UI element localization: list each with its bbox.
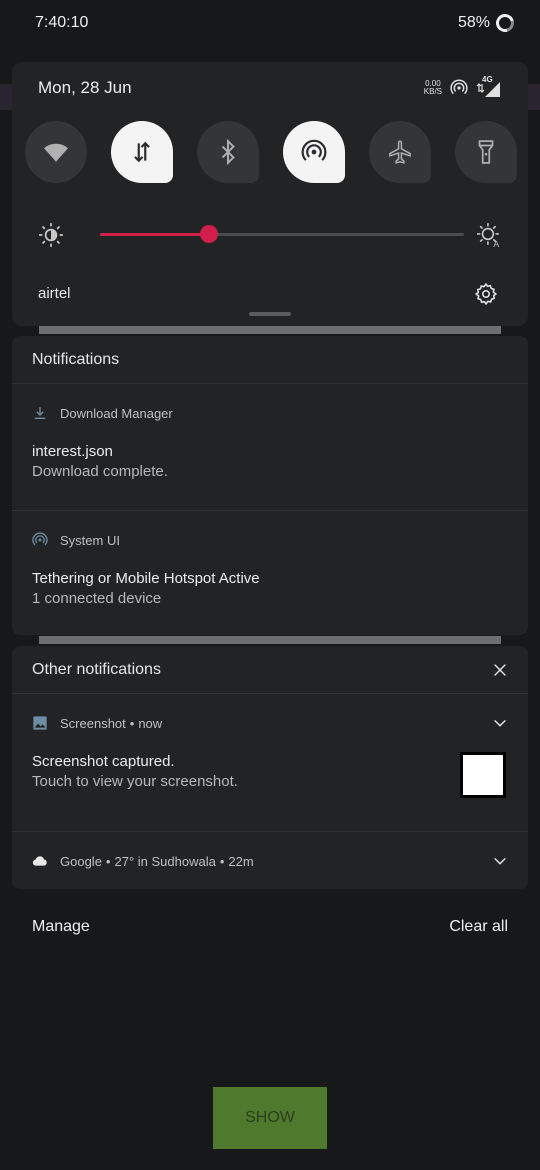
notification-footer: Manage Clear all [32,918,508,936]
netspeed-unit: KB/S [423,87,442,96]
hotspot-status-icon [450,79,468,95]
notification-app-row: Download Manager [32,384,508,442]
notification-time: now [138,715,163,731]
svg-text:A: A [493,239,499,248]
wifi-icon [44,143,68,162]
card-stack-divider [39,636,501,644]
qs-date: Mon, 28 Jun [38,78,132,97]
notification-text: Download complete. [32,463,168,480]
wifi-tile[interactable] [25,121,87,183]
image-icon [33,716,47,730]
weather-info: 27° in Sudhowala [114,853,216,869]
other-notifications-header: Other notifications [12,646,528,694]
battery-percent: 58% [457,14,490,31]
brightness-slider-fill [100,233,210,236]
auto-brightness-icon[interactable]: A [476,222,502,248]
bluetooth-icon [221,139,235,165]
screenshot-thumbnail[interactable] [460,752,506,798]
notification-screenshot[interactable]: Screenshot • now Screenshot captured. To… [12,694,528,832]
netspeed-indicator: 0.00 KB/S [424,80,442,96]
signal-icon [476,82,500,97]
settings-gear-icon[interactable] [474,282,498,306]
notification-app-name: Download Manager [60,405,173,421]
bluetooth-tile[interactable] [197,121,259,183]
brightness-icon [39,223,63,247]
status-bar: 7:40:10 58% [0,0,540,46]
notification-app-name: Google [60,853,102,869]
qs-drag-handle[interactable] [249,312,291,316]
flashlight-tile[interactable] [455,121,517,183]
hotspot-tile[interactable] [283,121,345,183]
qs-header-icons: 0.00 KB/S 4G [424,75,502,98]
brightness-row: A [38,222,502,248]
notification-google-weather[interactable]: Google • 27° in Sudhowala • 22m [12,832,528,889]
other-notifications-card: Other notifications Screenshot • now Scr… [12,646,528,889]
notification-app-row: System UI [32,511,508,569]
notification-title: Tethering or Mobile Hotspot Active [32,570,260,587]
quick-settings-panel: Mon, 28 Jun 0.00 KB/S 4G A airtel [12,62,528,326]
notification-text: 1 connected device [32,590,162,607]
notification-app-row: Screenshot • now [32,694,508,752]
hotspot-icon [301,139,327,161]
mobile-data-icon [134,141,150,163]
close-icon[interactable] [492,662,508,678]
separator-dot: • [105,853,111,869]
manage-button[interactable]: Manage [32,918,90,936]
card-stack-divider [39,326,501,334]
chevron-down-icon[interactable] [492,853,508,869]
battery-icon [492,10,518,36]
notifications-card: Notifications Download Manager interest.… [12,336,528,635]
status-time: 7:40:10 [35,14,89,31]
status-right: 58% [457,10,518,36]
airplane-tile[interactable] [369,121,431,183]
chevron-down-icon[interactable] [492,715,508,731]
notification-app-row: Google • 27° in Sudhowala • 22m [32,832,508,890]
notification-text: Touch to view your screenshot. [32,773,238,790]
notifications-header: Notifications [12,336,528,384]
notification-app-name: System UI [60,532,120,548]
carrier-name: airtel [38,285,71,302]
qs-header: Mon, 28 Jun 0.00 KB/S 4G [38,75,502,100]
brightness-slider[interactable] [100,225,464,243]
clear-all-button[interactable]: Clear all [449,918,508,936]
notification-tethering[interactable]: System UI Tethering or Mobile Hotspot Ac… [12,511,528,635]
hotspot-small-icon [32,532,48,546]
airplane-icon [389,140,411,164]
notification-title: interest.json [32,443,113,460]
flashlight-icon [478,140,494,164]
cloud-icon [32,856,47,866]
mobile-data-tile[interactable] [111,121,173,183]
notification-title: Screenshot captured. [32,753,175,770]
qs-tiles [25,121,517,183]
show-button[interactable]: SHOW [213,1087,327,1149]
brightness-slider-thumb[interactable] [200,225,219,243]
separator-dot: • [129,715,135,731]
download-icon [34,407,46,419]
other-notifications-title: Other notifications [32,660,161,678]
notification-time: 22m [228,853,254,869]
signal-indicator: 4G [476,75,502,98]
notifications-title: Notifications [32,350,120,368]
separator-dot: • [219,853,225,869]
notification-download[interactable]: Download Manager interest.json Download … [12,384,528,511]
notification-app-name: Screenshot [60,715,126,731]
